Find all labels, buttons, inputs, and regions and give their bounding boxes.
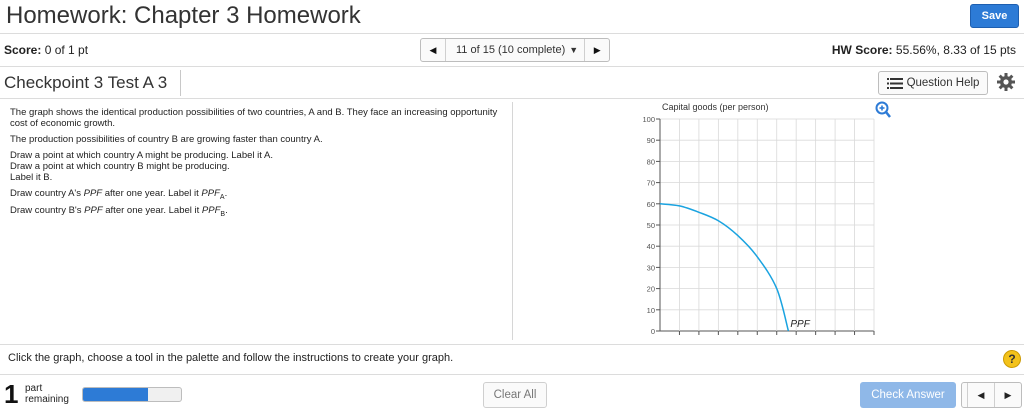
- gear-icon[interactable]: [996, 72, 1016, 92]
- triangle-left-icon: ◀: [429, 44, 437, 55]
- y-axis-ticks: 1009080706050403020100: [642, 115, 660, 336]
- triangle-left-icon: ◀: [977, 389, 985, 400]
- divider: [0, 66, 1024, 67]
- hw-score-label: HW Score:: [831, 43, 893, 57]
- hw-score-display: HW Score: 55.56%, 8.33 of 15 pts: [832, 43, 1016, 57]
- y-tick-label: 30: [647, 263, 655, 272]
- instruction-text: The graph shows the identical production…: [10, 107, 498, 129]
- graph-instructions: Click the graph, choose a tool in the pa…: [8, 352, 454, 364]
- question-help-label: Question Help: [906, 77, 980, 89]
- page-title: Homework: Chapter 3 Homework: [6, 2, 361, 29]
- instruction-text: The production possibilities of country …: [10, 134, 323, 145]
- triangle-right-icon: ▶: [1004, 389, 1012, 400]
- y-tick-label: 100: [642, 115, 655, 124]
- question-help-button[interactable]: Question Help: [878, 71, 988, 95]
- divider: [0, 344, 1024, 345]
- y-tick-label: 60: [647, 200, 655, 209]
- score-value: 0 of 1 pt: [44, 43, 89, 57]
- check-answer-button[interactable]: Check Answer: [860, 382, 956, 408]
- divider: [0, 98, 1024, 99]
- y-axis-label: Capital goods (per person): [662, 102, 769, 112]
- divider: [180, 70, 181, 96]
- y-tick-label: 0: [651, 327, 655, 336]
- score-display: Score: 0 of 1 pt: [4, 43, 88, 57]
- save-button[interactable]: Save: [970, 4, 1019, 28]
- ppf-curve-label: PPF: [790, 319, 810, 330]
- part-navigator: ◀ ▶: [961, 382, 1022, 408]
- y-tick-label: 70: [647, 179, 655, 188]
- prev-question-button[interactable]: ◀: [421, 39, 445, 61]
- instruction-text: Draw country A's PPF after one year. Lab…: [10, 188, 228, 201]
- parts-remaining-count: 1: [4, 379, 19, 409]
- y-tick-label: 10: [647, 306, 655, 315]
- instruction-text: Draw a point at which country A might be…: [10, 150, 273, 183]
- next-part-button[interactable]: ▶: [995, 383, 1021, 407]
- ppf-graph[interactable]: Capital goods (per person) 1009080706050…: [620, 100, 880, 340]
- score-label: Score:: [4, 43, 42, 57]
- y-tick-label: 90: [647, 136, 655, 145]
- graph-grid: [659, 118, 875, 335]
- zoom-in-icon[interactable]: [875, 101, 891, 119]
- y-tick-label: 80: [647, 157, 655, 166]
- divider: [0, 374, 1024, 375]
- next-question-button[interactable]: ▶: [585, 39, 609, 61]
- question-select-value: 11 of 15 (10 complete): [456, 44, 566, 56]
- prev-part-button[interactable]: ◀: [968, 383, 994, 407]
- progress-bar: [82, 387, 182, 402]
- progress-bar-fill: [83, 388, 148, 401]
- question-select[interactable]: 11 of 15 (10 complete) ▼: [446, 39, 584, 61]
- y-tick-label: 50: [647, 221, 655, 230]
- question-instructions: The graph shows the identical production…: [10, 107, 505, 225]
- chevron-down-icon: ▼: [569, 45, 579, 55]
- help-button[interactable]: ?: [1003, 350, 1021, 368]
- y-tick-label: 40: [647, 242, 655, 251]
- question-navigator: ◀ 11 of 15 (10 complete) ▼ ▶: [420, 38, 611, 62]
- parts-remaining-label: part remaining: [25, 383, 69, 405]
- triangle-right-icon: ▶: [593, 44, 601, 55]
- divider: [0, 33, 1024, 34]
- question-title: Checkpoint 3 Test A 3: [4, 73, 168, 92]
- hw-score-value: 55.56%, 8.33 of 15 pts: [895, 43, 1016, 57]
- instruction-text: Draw country B's PPF after one year. Lab…: [10, 204, 228, 218]
- panel-divider: [512, 102, 513, 340]
- clear-all-button[interactable]: Clear All: [483, 382, 547, 408]
- list-icon: [886, 77, 903, 89]
- y-tick-label: 20: [647, 285, 655, 294]
